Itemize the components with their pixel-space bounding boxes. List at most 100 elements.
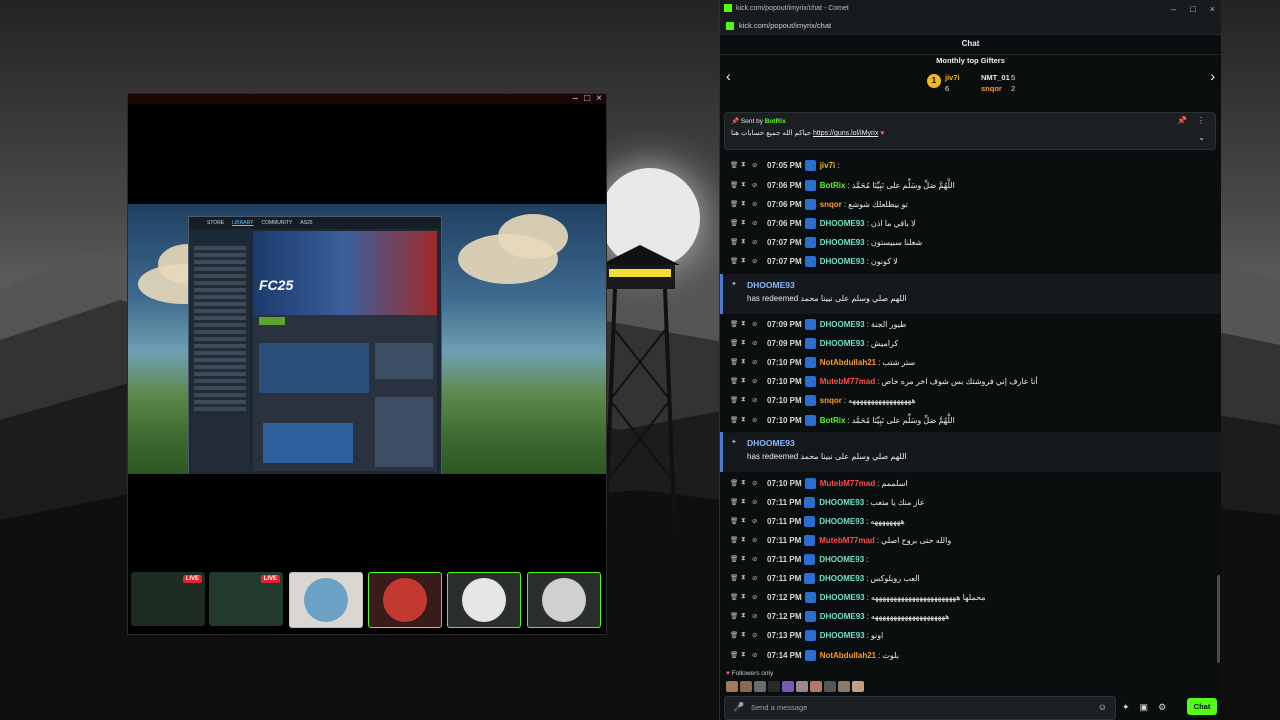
delete-icon[interactable]: 🗑 (730, 612, 738, 620)
ban-icon[interactable]: ⊘ (752, 181, 758, 189)
stream-thumbnail-1[interactable]: LIVE (131, 572, 205, 626)
ban-icon[interactable]: ⊘ (752, 396, 758, 404)
message-username[interactable]: MutebM77mad (820, 377, 876, 386)
timeout-icon[interactable]: ⧗ (741, 517, 747, 525)
ban-icon[interactable]: ⊘ (752, 631, 758, 639)
delete-icon[interactable]: 🗑 (730, 593, 738, 601)
emote-icon[interactable] (754, 681, 766, 692)
ban-icon[interactable]: ⊘ (752, 238, 758, 246)
delete-icon[interactable]: 🗑 (730, 377, 738, 385)
delete-icon[interactable]: 🗑 (730, 320, 738, 328)
timeout-icon[interactable]: ⧗ (741, 651, 747, 659)
message-username[interactable]: BotRix (820, 416, 846, 425)
emote-icon[interactable] (810, 681, 822, 692)
message-username[interactable]: MutebM77mad (820, 479, 876, 488)
timeout-icon[interactable]: ⧗ (741, 238, 747, 246)
timeout-icon[interactable]: ⧗ (741, 536, 747, 544)
timeout-icon[interactable]: ⧗ (741, 574, 747, 582)
timeout-icon[interactable]: ⧗ (741, 479, 747, 487)
timeout-icon[interactable]: ⧗ (741, 320, 747, 328)
delete-icon[interactable]: 🗑 (730, 574, 738, 582)
message-username[interactable]: jiv7i (820, 161, 836, 170)
delete-icon[interactable]: 🗑 (730, 498, 738, 506)
participant-tile-2[interactable] (368, 572, 442, 628)
message-username[interactable]: NotAbdullah21 (820, 651, 876, 660)
message-username[interactable]: MutebM77mad (819, 536, 875, 545)
address-bar[interactable]: kick.com/popout/imyrix/chat (720, 18, 1221, 35)
emote-icon[interactable] (838, 681, 850, 692)
chevron-left-icon[interactable]: ‹ (726, 68, 731, 84)
timeout-icon[interactable]: ⧗ (741, 555, 747, 563)
gift-icon[interactable]: ▣ (1140, 702, 1149, 713)
timeout-icon[interactable]: ⧗ (741, 377, 747, 385)
emote-icon[interactable] (796, 681, 808, 692)
delete-icon[interactable]: 🗑 (730, 219, 738, 227)
emote-icon[interactable] (852, 681, 864, 692)
message-username[interactable]: snqor (820, 396, 842, 405)
delete-icon[interactable]: 🗑 (730, 517, 738, 525)
timeout-icon[interactable]: ⧗ (741, 339, 747, 347)
more-options-icon[interactable]: ⋮ (1197, 116, 1205, 125)
timeout-icon[interactable]: ⧗ (741, 396, 747, 404)
ban-icon[interactable]: ⊘ (752, 200, 758, 208)
ban-icon[interactable]: ⊘ (752, 536, 758, 544)
maximize-button[interactable]: □ (1190, 0, 1195, 18)
timeout-icon[interactable]: ⧗ (741, 257, 747, 265)
redeem-user[interactable]: DHOOME93 (747, 280, 795, 290)
message-username[interactable]: DHOOME93 (819, 555, 864, 564)
emote-icon[interactable] (740, 681, 752, 692)
delete-icon[interactable]: 🗑 (730, 358, 738, 366)
ban-icon[interactable]: ⊘ (752, 479, 758, 487)
redeem-user[interactable]: DHOOME93 (747, 438, 795, 448)
message-username[interactable]: DHOOME93 (820, 238, 865, 247)
emote-icon[interactable] (824, 681, 836, 692)
message-input[interactable]: 🎤 Send a message ☺ (724, 696, 1116, 720)
ban-icon[interactable]: ⊘ (752, 219, 758, 227)
delete-icon[interactable]: 🗑 (730, 200, 738, 208)
ban-icon[interactable]: ⊘ (752, 574, 758, 582)
timeout-icon[interactable]: ⧗ (741, 498, 747, 506)
ban-icon[interactable]: ⊘ (752, 339, 758, 347)
delete-icon[interactable]: 🗑 (730, 257, 738, 265)
timeout-icon[interactable]: ⧗ (741, 593, 747, 601)
close-button[interactable]: × (596, 94, 602, 106)
maximize-button[interactable]: □ (584, 94, 590, 106)
delete-icon[interactable]: 🗑 (730, 238, 738, 246)
chat-scrollbar[interactable] (1217, 575, 1220, 663)
message-username[interactable]: snqor (820, 200, 842, 209)
delete-icon[interactable]: 🗑 (730, 181, 738, 189)
ban-icon[interactable]: ⊘ (752, 593, 758, 601)
delete-icon[interactable]: 🗑 (730, 396, 738, 404)
delete-icon[interactable]: 🗑 (730, 651, 738, 659)
minimize-button[interactable]: – (573, 94, 579, 106)
stream-video[interactable]: STORE LIBRARY COMMUNITY AS25 FC25 (128, 204, 606, 474)
ban-icon[interactable]: ⊘ (752, 612, 758, 620)
close-button[interactable]: × (1210, 0, 1215, 18)
message-username[interactable]: DHOOME93 (820, 219, 865, 228)
ban-icon[interactable]: ⊘ (752, 498, 758, 506)
ban-icon[interactable]: ⊘ (752, 320, 758, 328)
chevron-right-icon[interactable]: › (1210, 68, 1215, 84)
pin-toggle-icon[interactable]: 📌 (1177, 116, 1187, 125)
delete-icon[interactable]: 🗑 (730, 416, 738, 424)
message-username[interactable]: DHOOME93 (820, 612, 865, 621)
minimize-button[interactable]: – (1171, 0, 1176, 18)
microphone-icon[interactable]: 🎤 (733, 702, 744, 713)
community-icon[interactable]: ✦ (1122, 702, 1130, 713)
ban-icon[interactable]: ⊘ (752, 377, 758, 385)
message-username[interactable]: DHOOME93 (820, 631, 865, 640)
timeout-icon[interactable]: ⧗ (741, 181, 747, 189)
timeout-icon[interactable]: ⧗ (741, 416, 747, 424)
ban-icon[interactable]: ⊘ (752, 257, 758, 265)
ban-icon[interactable]: ⊘ (752, 416, 758, 424)
timeout-icon[interactable]: ⧗ (741, 161, 747, 169)
message-username[interactable]: DHOOME93 (819, 498, 864, 507)
delete-icon[interactable]: 🗑 (730, 479, 738, 487)
message-username[interactable]: NotAbdullah21 (820, 358, 876, 367)
ban-icon[interactable]: ⊘ (752, 517, 758, 525)
emote-icon[interactable] (726, 681, 738, 692)
emote-icon[interactable] (782, 681, 794, 692)
message-username[interactable]: DHOOME93 (820, 593, 865, 602)
ban-icon[interactable]: ⊘ (752, 161, 758, 169)
message-username[interactable]: DHOOME93 (820, 257, 865, 266)
